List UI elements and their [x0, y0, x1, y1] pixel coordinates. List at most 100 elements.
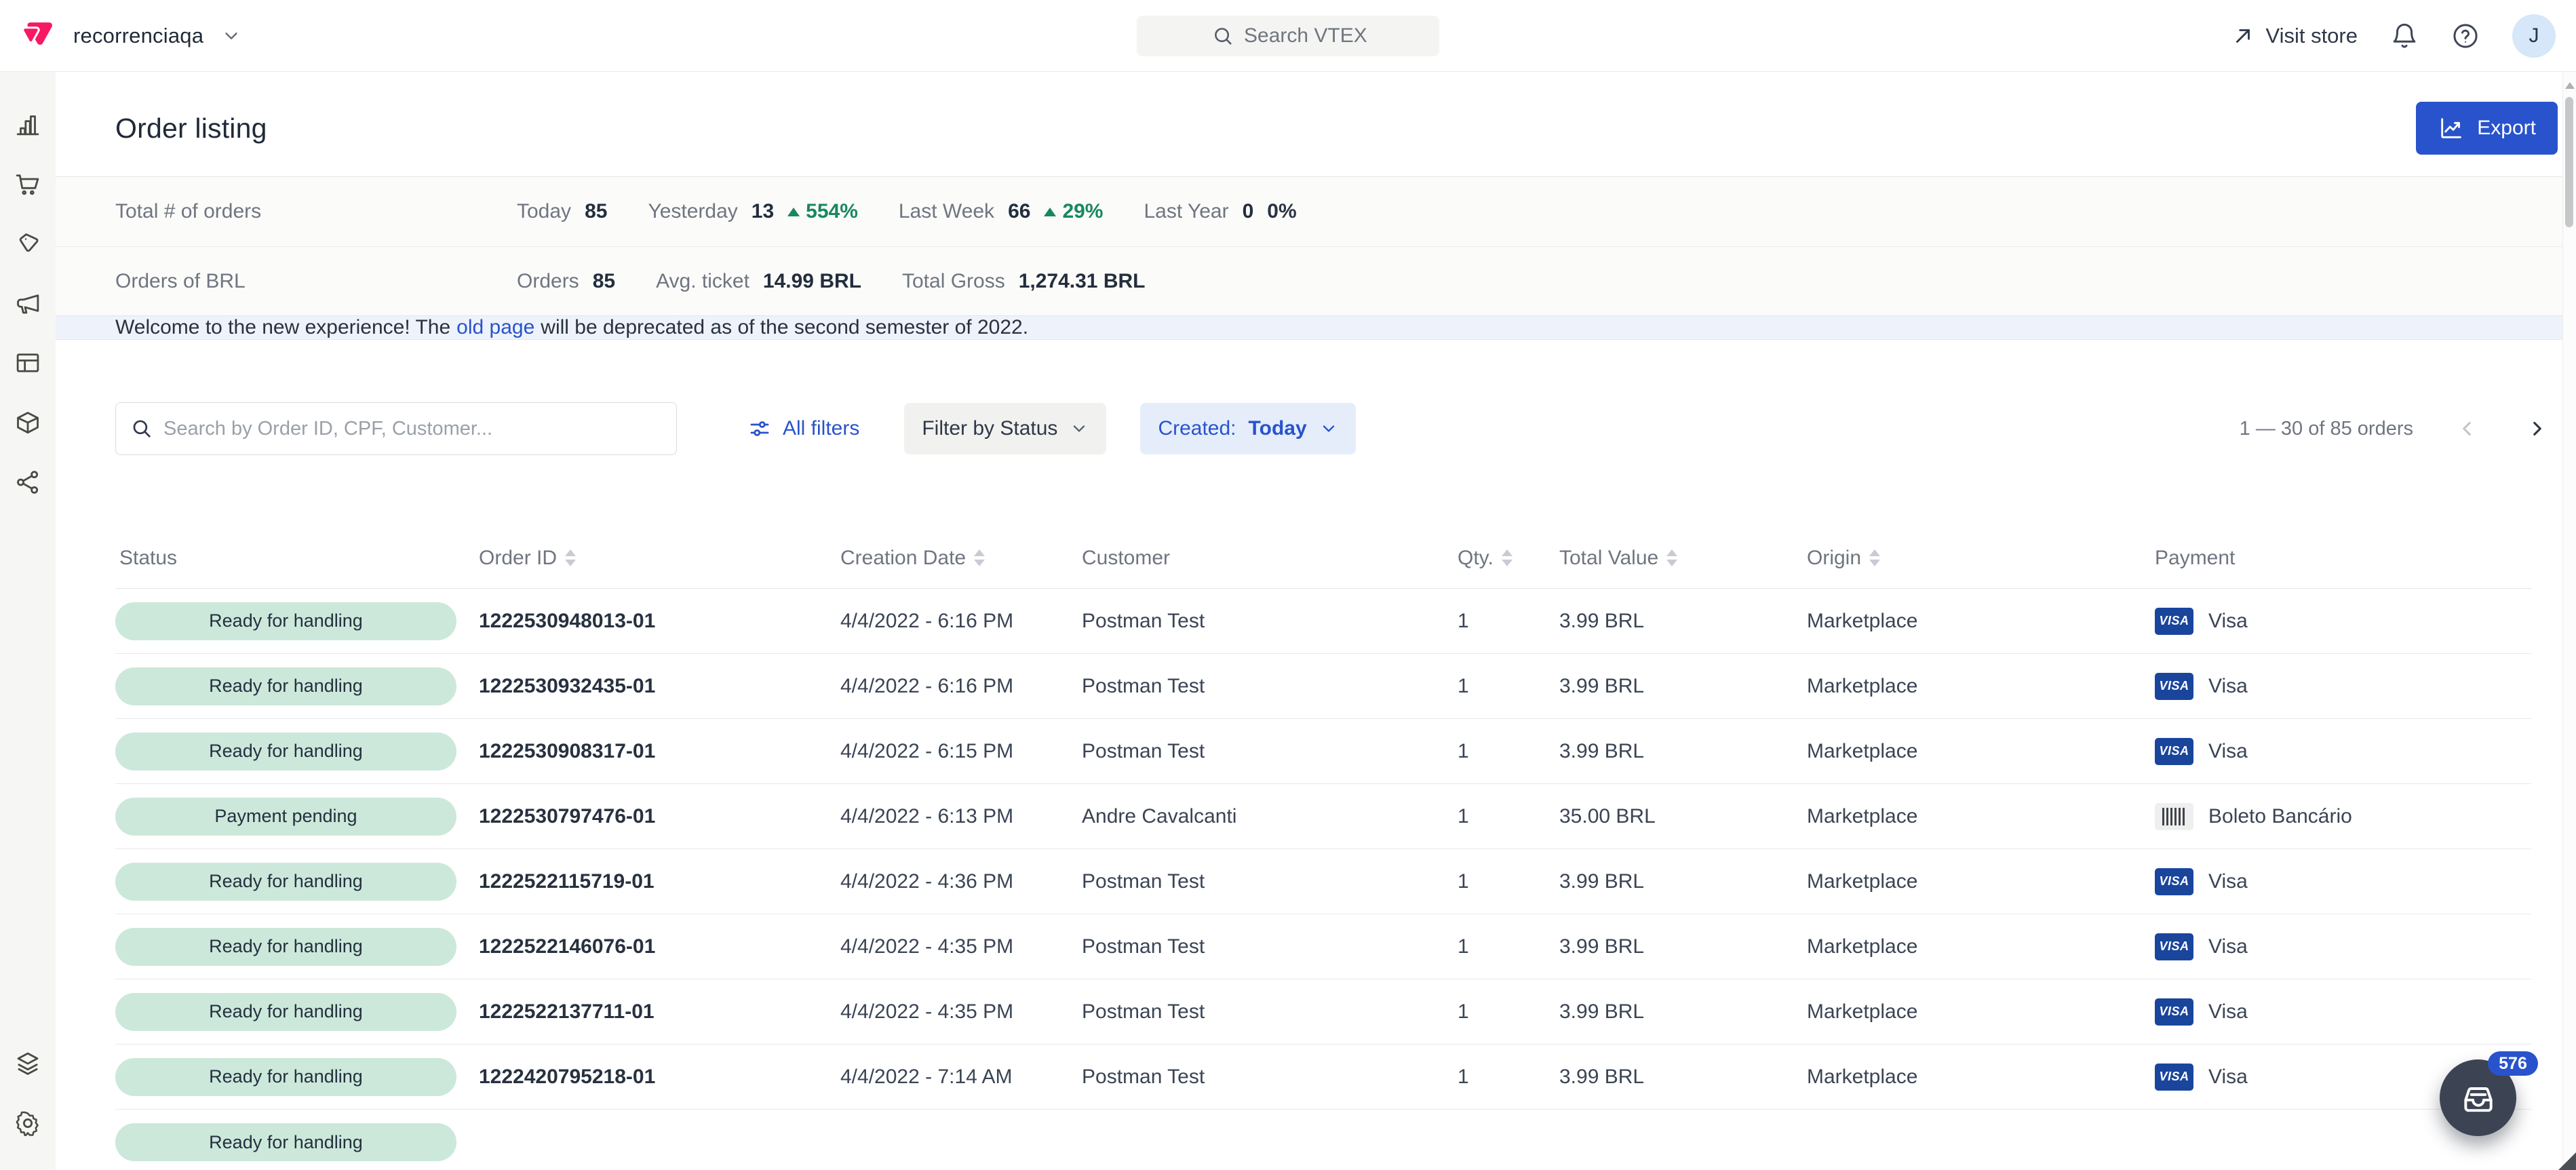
- vertical-scrollbar[interactable]: [2562, 73, 2576, 1170]
- qty-cell: 1: [1437, 805, 1512, 828]
- sidebar-item-storefront[interactable]: [14, 349, 42, 377]
- next-page-icon[interactable]: [2526, 417, 2549, 440]
- table-row[interactable]: Ready for handling 1222522137711-01 4/4/…: [115, 979, 2531, 1045]
- customer-cell: Postman Test: [1071, 1066, 1437, 1089]
- metric-value: 1,274.31 BRL: [1019, 270, 1146, 293]
- payment-method-icon: VISA: [2155, 998, 2193, 1026]
- main-content: Order listing Export Total # of orders T…: [56, 72, 2576, 1170]
- creation-date-cell: 4/4/2022 - 6:16 PM: [830, 610, 1071, 633]
- status-badge: Ready for handling: [115, 1058, 456, 1096]
- sidebar-item-products[interactable]: [14, 229, 42, 258]
- all-filters-button[interactable]: All filters: [747, 416, 859, 441]
- vtex-logo-icon: [18, 17, 56, 55]
- sidebar-item-marketing[interactable]: [14, 289, 42, 317]
- pagination-range: 1 — 30 of 85 orders: [2240, 418, 2413, 440]
- table-row[interactable]: Ready for handling 1222522115719-01 4/4/…: [115, 849, 2531, 914]
- table-row[interactable]: Ready for handling 1222530932435-01 4/4/…: [115, 654, 2531, 719]
- table-row[interactable]: Ready for handling: [115, 1110, 2531, 1170]
- total-value-cell: 3.99 BRL: [1512, 935, 1770, 958]
- sort-arrows-icon[interactable]: [565, 549, 576, 566]
- sidebar-item-shipping[interactable]: [14, 408, 42, 437]
- table-row[interactable]: Payment pending 1222530797476-01 4/4/202…: [115, 784, 2531, 849]
- banner-text-after: will be deprecated as of the second seme…: [541, 316, 1028, 339]
- banner-text-before: Welcome to the new experience! The: [115, 316, 450, 339]
- column-header-total-value[interactable]: Total Value: [1512, 547, 1770, 570]
- sliders-icon: [747, 416, 772, 441]
- payment-name: Visa: [2208, 610, 2248, 633]
- payment-method-icon: VISA: [2155, 738, 2193, 765]
- metric-name: Orders: [517, 270, 579, 293]
- stat-metric: Last Year 0 0%: [1144, 200, 1296, 223]
- scrollbar-thumb[interactable]: [2565, 97, 2573, 227]
- creation-date-cell: 4/4/2022 - 6:16 PM: [830, 675, 1071, 698]
- sort-arrows-icon[interactable]: [1666, 549, 1677, 566]
- visit-store-link[interactable]: Visit store: [2231, 24, 2358, 48]
- customer-cell: Postman Test: [1071, 610, 1437, 633]
- help-icon[interactable]: [2451, 22, 2480, 50]
- sidebar-item-orders[interactable]: [14, 170, 42, 198]
- qty-cell: 1: [1437, 935, 1512, 958]
- global-search-input[interactable]: [1137, 16, 1439, 56]
- created-filter-value: Today: [1249, 417, 1307, 440]
- table-header: StatusOrder IDCreation DateCustomerQty.T…: [115, 528, 2531, 589]
- status-badge: Ready for handling: [115, 993, 456, 1031]
- inbox-floating-button[interactable]: 576: [2440, 1059, 2516, 1136]
- deprecation-banner: Welcome to the new experience! The old p…: [56, 316, 2576, 340]
- previous-page-icon[interactable]: [2455, 417, 2478, 440]
- metric-value: 14.99 BRL: [763, 270, 861, 293]
- sort-arrows-icon[interactable]: [1502, 549, 1513, 566]
- arrow-up-right-icon: [2231, 24, 2255, 47]
- sort-arrows-icon[interactable]: [974, 549, 985, 566]
- status-badge: Ready for handling: [115, 602, 456, 640]
- search-icon: [130, 417, 153, 440]
- stat-metric: Last Week 66 29%: [899, 200, 1104, 223]
- sidebar-item-settings[interactable]: [14, 1109, 42, 1137]
- status-badge: Ready for handling: [115, 863, 456, 901]
- scrollbar-up-arrow[interactable]: [2565, 82, 2575, 89]
- stats-row-label: Orders of BRL: [115, 270, 517, 293]
- table-row[interactable]: Ready for handling 1222522146076-01 4/4/…: [115, 914, 2531, 979]
- sidebar-item-integrations[interactable]: [14, 468, 42, 496]
- table-row[interactable]: Ready for handling 1222530948013-01 4/4/…: [115, 589, 2531, 654]
- metric-name: Last Week: [899, 200, 994, 223]
- qty-cell: 1: [1437, 610, 1512, 633]
- sort-arrows-icon[interactable]: [1869, 549, 1880, 566]
- notifications-bell-icon[interactable]: [2390, 22, 2419, 50]
- global-search[interactable]: [1137, 16, 1439, 56]
- column-header-order-id[interactable]: Order ID: [468, 547, 830, 570]
- total-value-cell: 3.99 BRL: [1512, 740, 1770, 763]
- column-header-qty-[interactable]: Qty.: [1437, 547, 1512, 570]
- page-title: Order listing: [115, 113, 267, 144]
- origin-cell: Marketplace: [1770, 675, 2122, 698]
- column-header-customer: Customer: [1071, 547, 1437, 570]
- column-header-creation-date[interactable]: Creation Date: [830, 547, 1071, 570]
- payment-cell: VISAVisa: [2122, 868, 2531, 895]
- account-switcher[interactable]: recorrenciaqa: [18, 17, 241, 55]
- status-badge: Ready for handling: [115, 667, 456, 705]
- status-badge: Payment pending: [115, 798, 456, 836]
- filter-by-status-button[interactable]: Filter by Status: [904, 403, 1106, 454]
- creation-date-cell: 4/4/2022 - 7:14 AM: [830, 1066, 1071, 1089]
- table-row[interactable]: Ready for handling 1222530908317-01 4/4/…: [115, 719, 2531, 784]
- sidebar-item-analytics[interactable]: [14, 110, 42, 138]
- origin-cell: Marketplace: [1770, 935, 2122, 958]
- metric-name: Today: [517, 200, 571, 223]
- payment-method-icon: VISA: [2155, 673, 2193, 700]
- created-filter-button[interactable]: Created: Today: [1140, 403, 1355, 454]
- order-stats-panel: Total # of orders Today 85 Yesterday 13 …: [56, 176, 2576, 316]
- payment-cell: Boleto Bancário: [2122, 803, 2531, 830]
- payment-name: Boleto Bancário: [2208, 805, 2352, 828]
- sidebar-item-apps[interactable]: [14, 1049, 42, 1078]
- order-search-input[interactable]: [115, 402, 677, 455]
- export-button[interactable]: Export: [2416, 102, 2558, 155]
- total-value-cell: 3.99 BRL: [1512, 1066, 1770, 1089]
- user-avatar[interactable]: J: [2512, 14, 2556, 58]
- table-row[interactable]: Ready for handling 1222420795218-01 4/4/…: [115, 1045, 2531, 1110]
- column-header-origin[interactable]: Origin: [1770, 547, 2122, 570]
- export-label: Export: [2477, 117, 2536, 140]
- qty-cell: 1: [1437, 870, 1512, 893]
- origin-cell: Marketplace: [1770, 805, 2122, 828]
- metric-value: 0: [1243, 200, 1254, 223]
- order-id-cell: 1222522115719-01: [468, 870, 830, 893]
- old-page-link[interactable]: old page: [456, 316, 534, 339]
